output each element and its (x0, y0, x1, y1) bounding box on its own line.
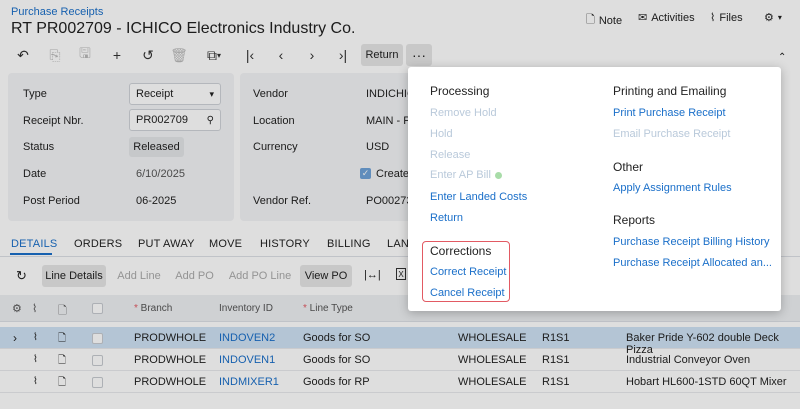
menu-item-email-purchase-receipt[interactable]: Email Purchase Receipt (613, 128, 730, 140)
menu-item-release[interactable]: Release (430, 149, 470, 161)
menu-section-corrections: Corrections (430, 244, 492, 258)
menu-item-enter-landed-costs[interactable]: Enter Landed Costs (430, 191, 527, 203)
menu-item-hold[interactable]: Hold (430, 128, 453, 140)
menu-item-print-purchase-receipt[interactable]: Print Purchase Receipt (613, 107, 726, 119)
menu-item-remove-hold[interactable]: Remove Hold (430, 107, 497, 119)
menu-item-enter-ap-bill[interactable]: Enter AP Bill (430, 169, 502, 181)
menu-item-billing-history[interactable]: Purchase Receipt Billing History (613, 236, 770, 248)
purchase-receipt-screen: Purchase Receipts RT PR002709 - ICHICO E… (0, 0, 800, 409)
menu-item-correct-receipt[interactable]: Correct Receipt (430, 266, 506, 278)
menu-item-allocated[interactable]: Purchase Receipt Allocated an... (613, 257, 772, 269)
menu-item-return[interactable]: Return (430, 212, 463, 224)
menu-item-cancel-receipt[interactable]: Cancel Receipt (430, 287, 505, 299)
menu-section-reports: Reports (613, 213, 656, 227)
menu-section-other: Other (613, 160, 644, 174)
menu-item-apply-assignment-rules[interactable]: Apply Assignment Rules (613, 182, 732, 194)
status-dot-icon (494, 171, 502, 179)
menu-section-printing: Printing and Emailing (613, 84, 727, 98)
menu-section-processing: Processing (430, 84, 490, 98)
